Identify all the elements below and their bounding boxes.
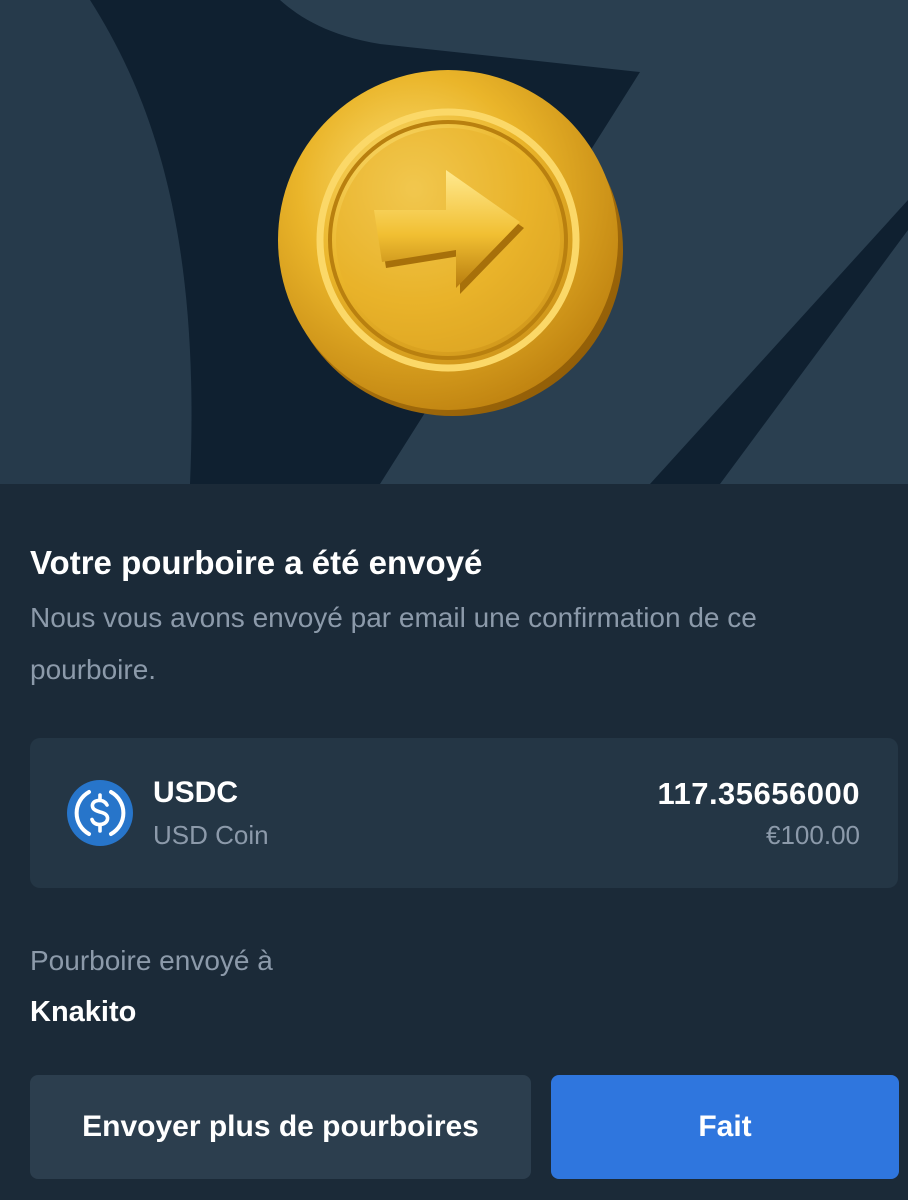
- usdc-icon: [67, 780, 133, 846]
- asset-symbol: USDC: [153, 776, 239, 809]
- asset-name: USD Coin: [153, 820, 269, 850]
- gold-coin-arrow-icon: [278, 70, 623, 416]
- done-button[interactable]: Fait: [551, 1075, 899, 1179]
- recipient-label: Pourboire envoyé à: [30, 945, 273, 976]
- confirmation-subtitle: Nous vous avons envoyé par email une con…: [30, 602, 757, 685]
- asset-fiat-value: €100.00: [766, 820, 860, 850]
- confirmation-text: Votre pourboire a été envoyé Nous vous a…: [30, 540, 890, 696]
- hero-banner: [0, 0, 908, 484]
- asset-summary-card: USDC USD Coin 117.35656000 €100.00: [30, 738, 898, 888]
- asset-amount: 117.35656000: [657, 776, 860, 811]
- send-more-tips-button[interactable]: Envoyer plus de pourboires: [30, 1075, 531, 1179]
- tip-sent-screen: Votre pourboire a été envoyé Nous vous a…: [0, 0, 908, 1200]
- confirmation-title: Votre pourboire a été envoyé: [30, 544, 483, 581]
- recipient-name: Knakito: [30, 996, 137, 1028]
